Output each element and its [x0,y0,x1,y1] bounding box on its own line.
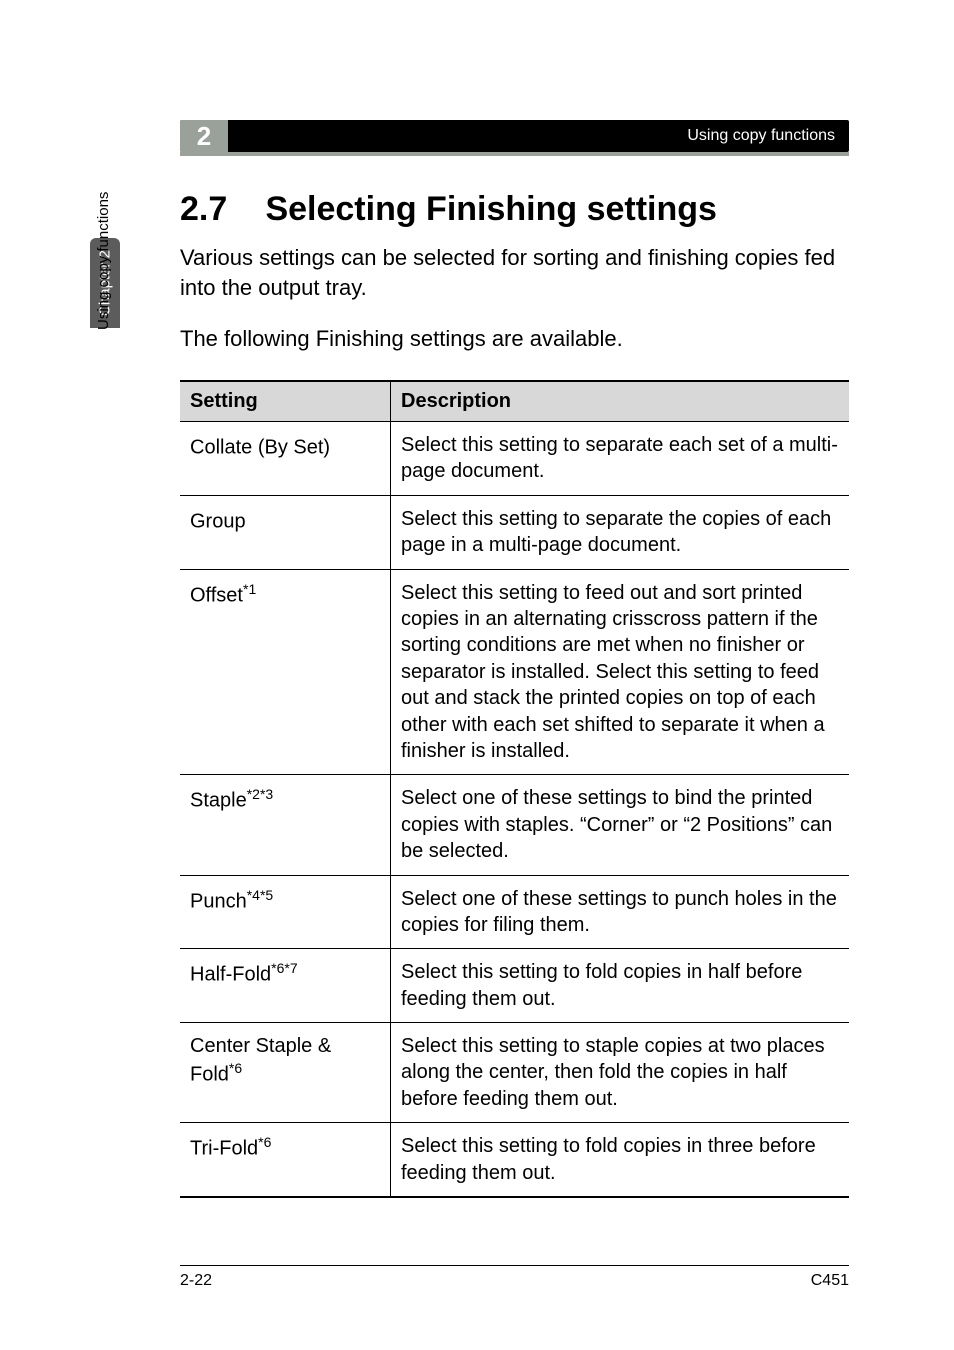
cell-description: Select this setting to staple copies at … [391,1023,850,1123]
cell-setting: Group [180,495,391,569]
setting-sup: *2*3 [247,786,273,802]
cell-description: Select this setting to separate each set… [391,422,850,496]
table-row: Offset*1 Select this setting to feed out… [180,569,849,775]
table-row: Tri-Fold*6 Select this setting to fold c… [180,1123,849,1197]
chapter-number-badge: 2 [180,120,228,152]
setting-sup: *1 [243,581,256,597]
setting-name: Offset [190,584,243,606]
table-row: Punch*4*5 Select one of these settings t… [180,875,849,949]
cell-description: Select this setting to separate the copi… [391,495,850,569]
th-description: Description [391,381,850,422]
cell-description: Select one of these settings to punch ho… [391,875,850,949]
table-row: Half-Fold*6*7 Select this setting to fol… [180,949,849,1023]
cell-description: Select this setting to feed out and sort… [391,569,850,775]
page-footer: 2-22 C451 [180,1265,849,1290]
intro-p1: Various settings can be selected for sor… [180,243,849,302]
section-title: Selecting Finishing settings [265,190,717,228]
page-container: Chapter 2 Using copy functions 2 Using c… [0,0,954,1350]
setting-name: Collate (By Set) [190,437,330,459]
table-row: Collate (By Set) Select this setting to … [180,422,849,496]
section-tab-label: Using copy functions [95,192,112,330]
header-bar: 2 Using copy functions [180,120,849,152]
cell-setting: Tri-Fold*6 [180,1123,391,1197]
cell-setting: Center Staple & Fold*6 [180,1023,391,1123]
table-row: Group Select this setting to separate th… [180,495,849,569]
th-setting: Setting [180,381,391,422]
setting-sup: *6 [258,1134,271,1150]
settings-table: Setting Description Collate (By Set) Sel… [180,380,849,1198]
cell-setting: Half-Fold*6*7 [180,949,391,1023]
setting-sup: *4*5 [247,887,273,903]
intro-p2: The following Finishing settings are ava… [180,324,849,354]
footer-page-ref: 2-22 [180,1272,212,1290]
setting-name: Tri-Fold [190,1138,258,1160]
setting-name: Staple [190,790,247,812]
header-underline [180,152,849,156]
table-row: Center Staple & Fold*6 Select this setti… [180,1023,849,1123]
section-heading: 2.7 Selecting Finishing settings [180,190,849,229]
cell-setting: Offset*1 [180,569,391,775]
section-number: 2.7 [180,190,256,229]
setting-sup: *6 [229,1060,242,1076]
setting-name: Half-Fold [190,964,271,986]
cell-setting: Staple*2*3 [180,775,391,875]
running-title: Using copy functions [687,127,849,145]
cell-description: Select this setting to fold copies in ha… [391,949,850,1023]
cell-description: Select this setting to fold copies in th… [391,1123,850,1197]
footer-model: C451 [811,1272,849,1290]
side-tab: Chapter 2 Using copy functions [90,238,120,578]
table-row: Staple*2*3 Select one of these settings … [180,775,849,875]
setting-name: Punch [190,890,247,912]
cell-description: Select one of these settings to bind the… [391,775,850,875]
setting-sup: *6*7 [271,960,297,976]
cell-setting: Punch*4*5 [180,875,391,949]
setting-name: Group [190,511,246,533]
setting-name: Center Staple & Fold [190,1035,331,1086]
cell-setting: Collate (By Set) [180,422,391,496]
table-header-row: Setting Description [180,381,849,422]
